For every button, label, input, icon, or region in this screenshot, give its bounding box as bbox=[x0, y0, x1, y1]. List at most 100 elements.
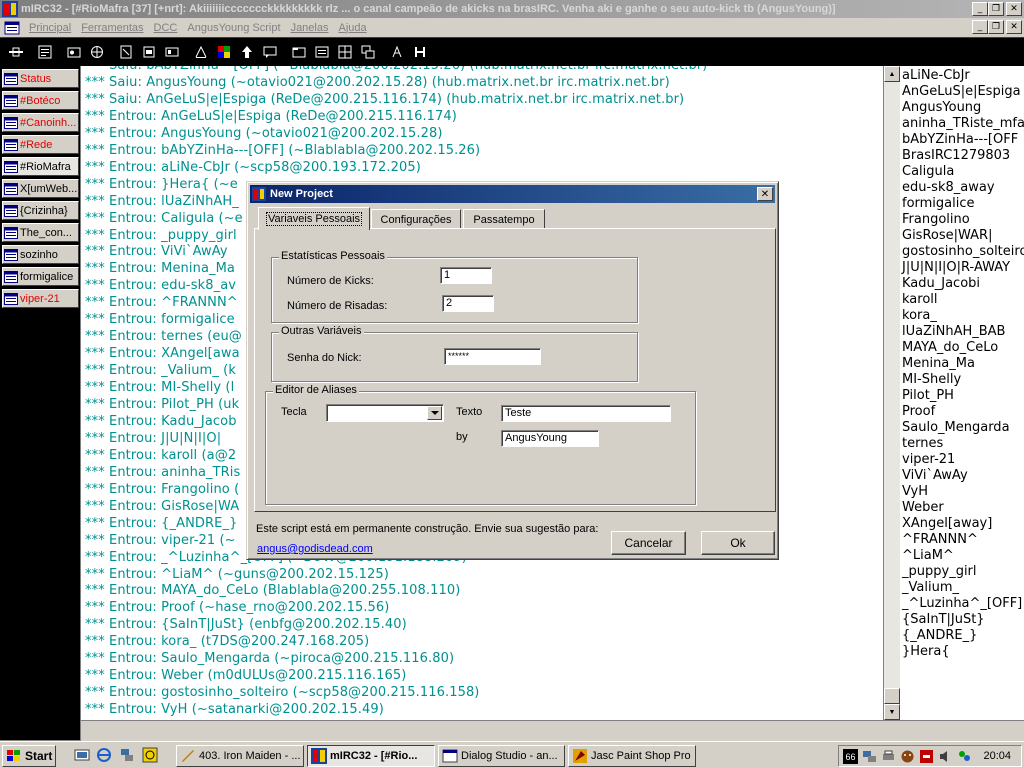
tab-variaveis-pessoais[interactable]: Variaveis Pessoais bbox=[258, 207, 370, 230]
dialog-close-button[interactable]: ✕ bbox=[757, 187, 773, 201]
tab-configuracoes[interactable]: Configurações bbox=[371, 209, 461, 229]
internet-explorer-icon[interactable] bbox=[96, 747, 112, 763]
nick-item[interactable]: bAbYZinHa---[OFF bbox=[902, 132, 1018, 147]
task-mirc[interactable]: mIRC32 - [#Rio... bbox=[307, 745, 435, 767]
switchbar-item[interactable]: formigalice bbox=[2, 267, 79, 286]
globe-icon[interactable] bbox=[87, 43, 107, 61]
help-icon[interactable] bbox=[410, 43, 430, 61]
antivirus-tray-icon[interactable] bbox=[919, 749, 934, 764]
notify-icon[interactable] bbox=[139, 43, 159, 61]
messenger-tray-icon[interactable] bbox=[957, 749, 972, 764]
menu-dcc[interactable]: DCC bbox=[149, 22, 183, 34]
nick-item[interactable]: aninha_TRiste_mfa bbox=[902, 116, 1024, 131]
chevron-down-icon[interactable] bbox=[427, 406, 442, 420]
tray-badge-icon[interactable]: 66 bbox=[843, 749, 858, 764]
switchbar-item[interactable]: Status bbox=[2, 69, 79, 88]
scroll-up-arrow[interactable]: ▲ bbox=[884, 66, 900, 82]
chat-scrollbar[interactable]: ▲ ▼ bbox=[884, 66, 900, 720]
control-icon[interactable] bbox=[162, 43, 182, 61]
mdi-window-icon[interactable] bbox=[4, 20, 20, 36]
menu-janelas[interactable]: Janelas bbox=[286, 22, 334, 34]
scroll-down-arrow[interactable]: ▼ bbox=[884, 704, 900, 720]
tab-passatempo[interactable]: Passatempo bbox=[463, 209, 545, 229]
font-icon[interactable] bbox=[387, 43, 407, 61]
nick-item[interactable]: Saulo_Mengarda bbox=[902, 420, 1010, 435]
script-editor-icon[interactable] bbox=[191, 43, 211, 61]
address-book-icon[interactable] bbox=[116, 43, 136, 61]
risadas-field[interactable]: 2 bbox=[442, 295, 494, 312]
close-button[interactable]: ✕ bbox=[1006, 2, 1022, 16]
nick-item[interactable]: _puppy_girl bbox=[902, 564, 977, 579]
cascade-icon[interactable] bbox=[358, 43, 378, 61]
nick-item[interactable]: karoll bbox=[902, 292, 938, 307]
nick-item[interactable]: MI-Shelly bbox=[902, 372, 961, 387]
nick-item[interactable]: {_ANDRE_} bbox=[902, 628, 977, 643]
connect-icon[interactable] bbox=[6, 43, 26, 61]
tecla-dropdown[interactable] bbox=[326, 404, 444, 422]
nick-item[interactable]: Kadu_Jacobi bbox=[902, 276, 980, 291]
menu-principal[interactable]: Principal bbox=[24, 22, 76, 34]
switchbar-item[interactable]: X[umWeb... bbox=[2, 179, 79, 198]
nick-item[interactable]: Frangolino bbox=[902, 212, 970, 227]
logs-icon[interactable] bbox=[312, 43, 332, 61]
nick-item[interactable]: aLiNe-CbJr bbox=[902, 68, 970, 83]
network-icon[interactable] bbox=[119, 747, 135, 763]
start-button[interactable]: Start bbox=[2, 745, 56, 767]
by-field[interactable]: AngusYoung bbox=[501, 430, 599, 447]
nick-item[interactable]: {SaInT|JuSt} bbox=[902, 612, 985, 627]
nick-item[interactable]: XAngel[away] bbox=[902, 516, 992, 531]
nick-item[interactable]: viper-21 bbox=[902, 452, 955, 467]
switchbar-item[interactable]: #Canoinh... bbox=[2, 113, 79, 132]
network-tray-icon[interactable] bbox=[862, 749, 877, 764]
cancel-button[interactable]: Cancelar bbox=[611, 531, 686, 555]
colors-icon[interactable] bbox=[214, 43, 234, 61]
dialog-title-bar[interactable]: New Project ✕ bbox=[250, 185, 775, 203]
nick-item[interactable]: Proof bbox=[902, 404, 935, 419]
nick-item[interactable]: ViVi`AwAy bbox=[902, 468, 968, 483]
nick-item[interactable]: ternes bbox=[902, 436, 943, 451]
nick-item[interactable]: edu-sk8_away bbox=[902, 180, 995, 195]
switchbar-item[interactable]: #RioMafra bbox=[2, 157, 79, 176]
task-dialog-studio[interactable]: Dialog Studio - an... bbox=[438, 745, 565, 767]
nick-item[interactable]: Pilot_PH bbox=[902, 388, 954, 403]
nick-item[interactable]: Weber bbox=[902, 500, 944, 515]
nick-list[interactable]: aLiNe-CbJr AnGeLuS|e|Espiga AngusYoung anin… bbox=[900, 66, 1024, 720]
nick-item[interactable]: VyH bbox=[902, 484, 928, 499]
nick-item[interactable]: AnGeLuS|e|Espiga bbox=[902, 84, 1021, 99]
scroll-thumb[interactable] bbox=[884, 688, 900, 704]
switchbar-item[interactable]: viper-21 bbox=[2, 289, 79, 308]
nick-item[interactable]: J|U|N|I|O|R-AWAY bbox=[902, 260, 1010, 275]
nick-item[interactable]: lUaZiNhAH_BAB bbox=[902, 324, 1005, 339]
task-paint-shop-pro[interactable]: Jasc Paint Shop Pro bbox=[568, 745, 696, 767]
ok-button[interactable]: Ok bbox=[701, 531, 775, 555]
switchbar-item[interactable]: #Botéco bbox=[2, 91, 79, 110]
clock[interactable]: 20:04 bbox=[983, 750, 1011, 762]
mdi-close-button[interactable]: ✕ bbox=[1006, 20, 1022, 34]
tile-icon[interactable] bbox=[335, 43, 355, 61]
switchbar-item[interactable]: The_con... bbox=[2, 223, 79, 242]
nick-item[interactable]: formigalice bbox=[902, 196, 975, 211]
nick-item[interactable]: gostosinho_solteiro bbox=[902, 244, 1024, 259]
senha-field[interactable]: ****** bbox=[444, 348, 541, 365]
restore-button[interactable]: ❐ bbox=[988, 2, 1004, 16]
nick-item[interactable]: MAYA_do_CeLo bbox=[902, 340, 998, 355]
nick-item[interactable]: }Hera{ bbox=[902, 644, 950, 659]
menu-ajuda[interactable]: Ajuda bbox=[333, 22, 371, 34]
task-iron-maiden[interactable]: 403. Iron Maiden - ... bbox=[176, 745, 304, 767]
nick-item[interactable]: _Valium_ bbox=[902, 580, 959, 595]
printer-tray-icon[interactable] bbox=[881, 749, 896, 764]
switchbar-item[interactable]: sozinho bbox=[2, 245, 79, 264]
menu-angusyoung-script[interactable]: AngusYoung Script bbox=[182, 22, 285, 34]
nick-item[interactable]: kora_ bbox=[902, 308, 937, 323]
speaker-tray-icon[interactable] bbox=[938, 749, 953, 764]
menu-ferramentas[interactable]: Ferramentas bbox=[76, 22, 148, 34]
nick-item[interactable]: Caligula bbox=[902, 164, 954, 179]
nick-item[interactable]: GisRose|WAR| bbox=[902, 228, 992, 243]
show-desktop-icon[interactable] bbox=[74, 747, 90, 763]
options-icon[interactable] bbox=[35, 43, 55, 61]
monkey-tray-icon[interactable] bbox=[900, 749, 915, 764]
kicks-field[interactable]: 1 bbox=[440, 267, 492, 284]
minimize-button[interactable]: _ bbox=[972, 2, 988, 16]
editbox[interactable] bbox=[81, 720, 1024, 741]
email-link[interactable]: angus@godisdead.com bbox=[257, 543, 373, 555]
